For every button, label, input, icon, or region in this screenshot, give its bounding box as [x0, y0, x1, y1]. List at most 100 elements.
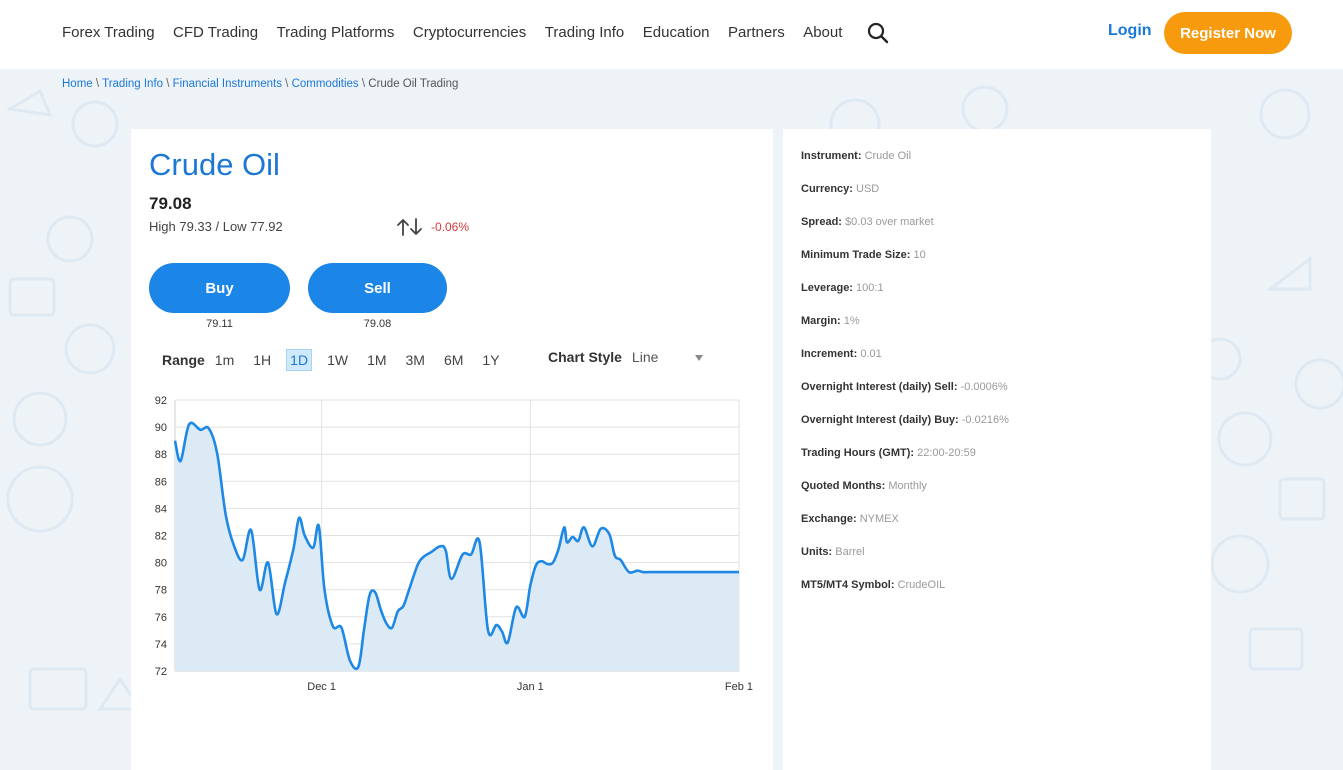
y-tick-label: 76 — [155, 612, 167, 624]
x-tick-label: Jan 1 — [517, 681, 544, 693]
y-tick-label: 86 — [155, 476, 167, 488]
detail-value: $0.03 over market — [845, 216, 934, 228]
detail-row: Increment: 0.01 — [801, 348, 1009, 381]
chart-style-select[interactable]: Line — [632, 349, 704, 365]
detail-label: Trading Hours (GMT): — [801, 447, 915, 459]
breadcrumb-separator: \ — [361, 78, 366, 90]
detail-value: Barrel — [835, 546, 865, 558]
price-chart: 72 74 76 78 80 82 84 86 88 90 92 Dec 1 Jan 1 Feb 1 — [155, 395, 753, 693]
range-1h[interactable]: 1H — [249, 349, 275, 371]
breadcrumb-current: Crude Oil Trading — [368, 78, 459, 90]
detail-row: Minimum Trade Size: 10 — [801, 249, 1009, 282]
detail-label: Spread: — [801, 216, 842, 228]
breadcrumb-trading-info[interactable]: Trading Info — [102, 78, 163, 90]
x-tick-label: Dec 1 — [307, 681, 336, 693]
detail-label: Exchange: — [801, 513, 857, 525]
buy-button[interactable]: Buy — [149, 263, 290, 313]
instrument-card: Crude Oil 79.08 High 79.33 / Low 77.92 -… — [131, 129, 773, 770]
y-tick-label: 74 — [155, 639, 167, 651]
breadcrumb: Home \ Trading Info \ Financial Instrume… — [62, 78, 458, 90]
range-1m[interactable]: 1m — [211, 349, 238, 371]
main-nav: Forex Trading CFD Trading Trading Platfo… — [62, 0, 861, 64]
sell-button[interactable]: Sell — [308, 263, 447, 313]
breadcrumb-commodities[interactable]: Commodities — [292, 78, 359, 90]
x-tick-label: Feb 1 — [725, 681, 753, 693]
nav-trading-platforms[interactable]: Trading Platforms — [277, 24, 395, 41]
detail-value: 0.01 — [860, 348, 882, 360]
nav-education[interactable]: Education — [643, 24, 710, 41]
breadcrumb-financial-instruments[interactable]: Financial Instruments — [173, 78, 282, 90]
y-tick-label: 92 — [155, 395, 167, 407]
price-area — [175, 422, 739, 671]
range-label: Range — [162, 352, 205, 368]
breadcrumb-home[interactable]: Home — [62, 78, 93, 90]
register-button[interactable]: Register Now — [1164, 12, 1292, 54]
detail-row: Overnight Interest (daily) Buy: -0.0216% — [801, 414, 1009, 447]
detail-row: Quoted Months: Monthly — [801, 480, 1009, 513]
detail-label: Overnight Interest (daily) Sell: — [801, 381, 958, 393]
nav-forex-trading[interactable]: Forex Trading — [62, 24, 155, 41]
detail-label: Instrument: — [801, 150, 862, 162]
buy-price: 79.11 — [206, 318, 233, 330]
site-header: Forex Trading CFD Trading Trading Platfo… — [0, 0, 1343, 69]
detail-row: Instrument: Crude Oil — [801, 150, 1009, 183]
detail-row: Exchange: NYMEX — [801, 513, 1009, 546]
dropdown-arrow-icon[interactable] — [695, 355, 703, 361]
detail-label: Units: — [801, 546, 833, 558]
nav-trading-info[interactable]: Trading Info — [545, 24, 625, 41]
detail-value: NYMEX — [859, 513, 899, 525]
instrument-details-card: Instrument: Crude Oil Currency: USD Spread… — [783, 129, 1211, 770]
nav-cryptocurrencies[interactable]: Cryptocurrencies — [413, 24, 526, 41]
price-change: -0.06% — [431, 220, 470, 234]
y-tick-label: 88 — [155, 449, 167, 461]
range-6m[interactable]: 6M — [440, 349, 467, 371]
up-down-arrows-icon — [397, 218, 422, 236]
detail-value: 22:00-20:59 — [917, 447, 976, 459]
detail-row: Currency: USD — [801, 183, 1009, 216]
breadcrumb-separator: \ — [166, 78, 170, 90]
range-1y[interactable]: 1Y — [478, 349, 503, 371]
y-tick-label: 72 — [155, 666, 167, 678]
login-link[interactable]: Login — [1108, 22, 1152, 40]
y-tick-label: 84 — [155, 503, 167, 515]
detail-value: -0.0006% — [960, 381, 1008, 393]
detail-label: MT5/MT4 Symbol: — [801, 579, 895, 591]
detail-label: Overnight Interest (daily) Buy: — [801, 414, 959, 426]
range-1d[interactable]: 1D — [286, 349, 313, 371]
detail-value: CrudeOIL — [897, 579, 946, 591]
detail-label: Leverage: — [801, 282, 853, 294]
detail-value: -0.0216% — [961, 414, 1009, 426]
chart-style-control: Chart Style Line — [548, 349, 704, 365]
nav-cfd-trading[interactable]: CFD Trading — [173, 24, 258, 41]
detail-value: 10 — [913, 249, 926, 261]
detail-label: Currency: — [801, 183, 853, 195]
detail-row: Margin: 1% — [801, 315, 1009, 348]
detail-value: 100:1 — [856, 282, 884, 294]
breadcrumb-separator: \ — [95, 78, 100, 90]
details-list: Instrument: Crude Oil Currency: USD Spread… — [801, 150, 1009, 612]
detail-row: Leverage: 100:1 — [801, 282, 1009, 315]
y-tick-label: 78 — [155, 585, 167, 597]
range-1mo[interactable]: 1M — [363, 349, 390, 371]
detail-row: MT5/MT4 Symbol: CrudeOIL — [801, 579, 1009, 612]
detail-value: 1% — [843, 315, 860, 327]
sell-price: 79.08 — [363, 318, 392, 330]
detail-label: Margin: — [801, 315, 841, 327]
detail-row: Spread: $0.03 over market — [801, 216, 1009, 249]
detail-label: Increment: — [801, 348, 858, 360]
nav-about[interactable]: About — [803, 24, 842, 41]
y-tick-label: 82 — [155, 531, 167, 543]
instrument-title: Crude Oil — [149, 147, 280, 182]
detail-value: Crude Oil — [864, 150, 912, 162]
chart-style-label: Chart Style — [548, 349, 622, 365]
detail-value: USD — [856, 183, 880, 195]
breadcrumb-separator: \ — [285, 78, 289, 90]
range-3m[interactable]: 3M — [402, 349, 429, 371]
range-selector: Range 1m 1H 1D 1W 1M 3M 6M 1Y — [162, 347, 515, 373]
range-1w[interactable]: 1W — [323, 349, 352, 371]
detail-row: Trading Hours (GMT): 22:00-20:59 — [801, 447, 1009, 480]
y-tick-label: 80 — [155, 558, 167, 570]
nav-partners[interactable]: Partners — [728, 24, 785, 41]
search-icon[interactable] — [866, 21, 890, 45]
detail-row: Overnight Interest (daily) Sell: -0.0006… — [801, 381, 1009, 414]
